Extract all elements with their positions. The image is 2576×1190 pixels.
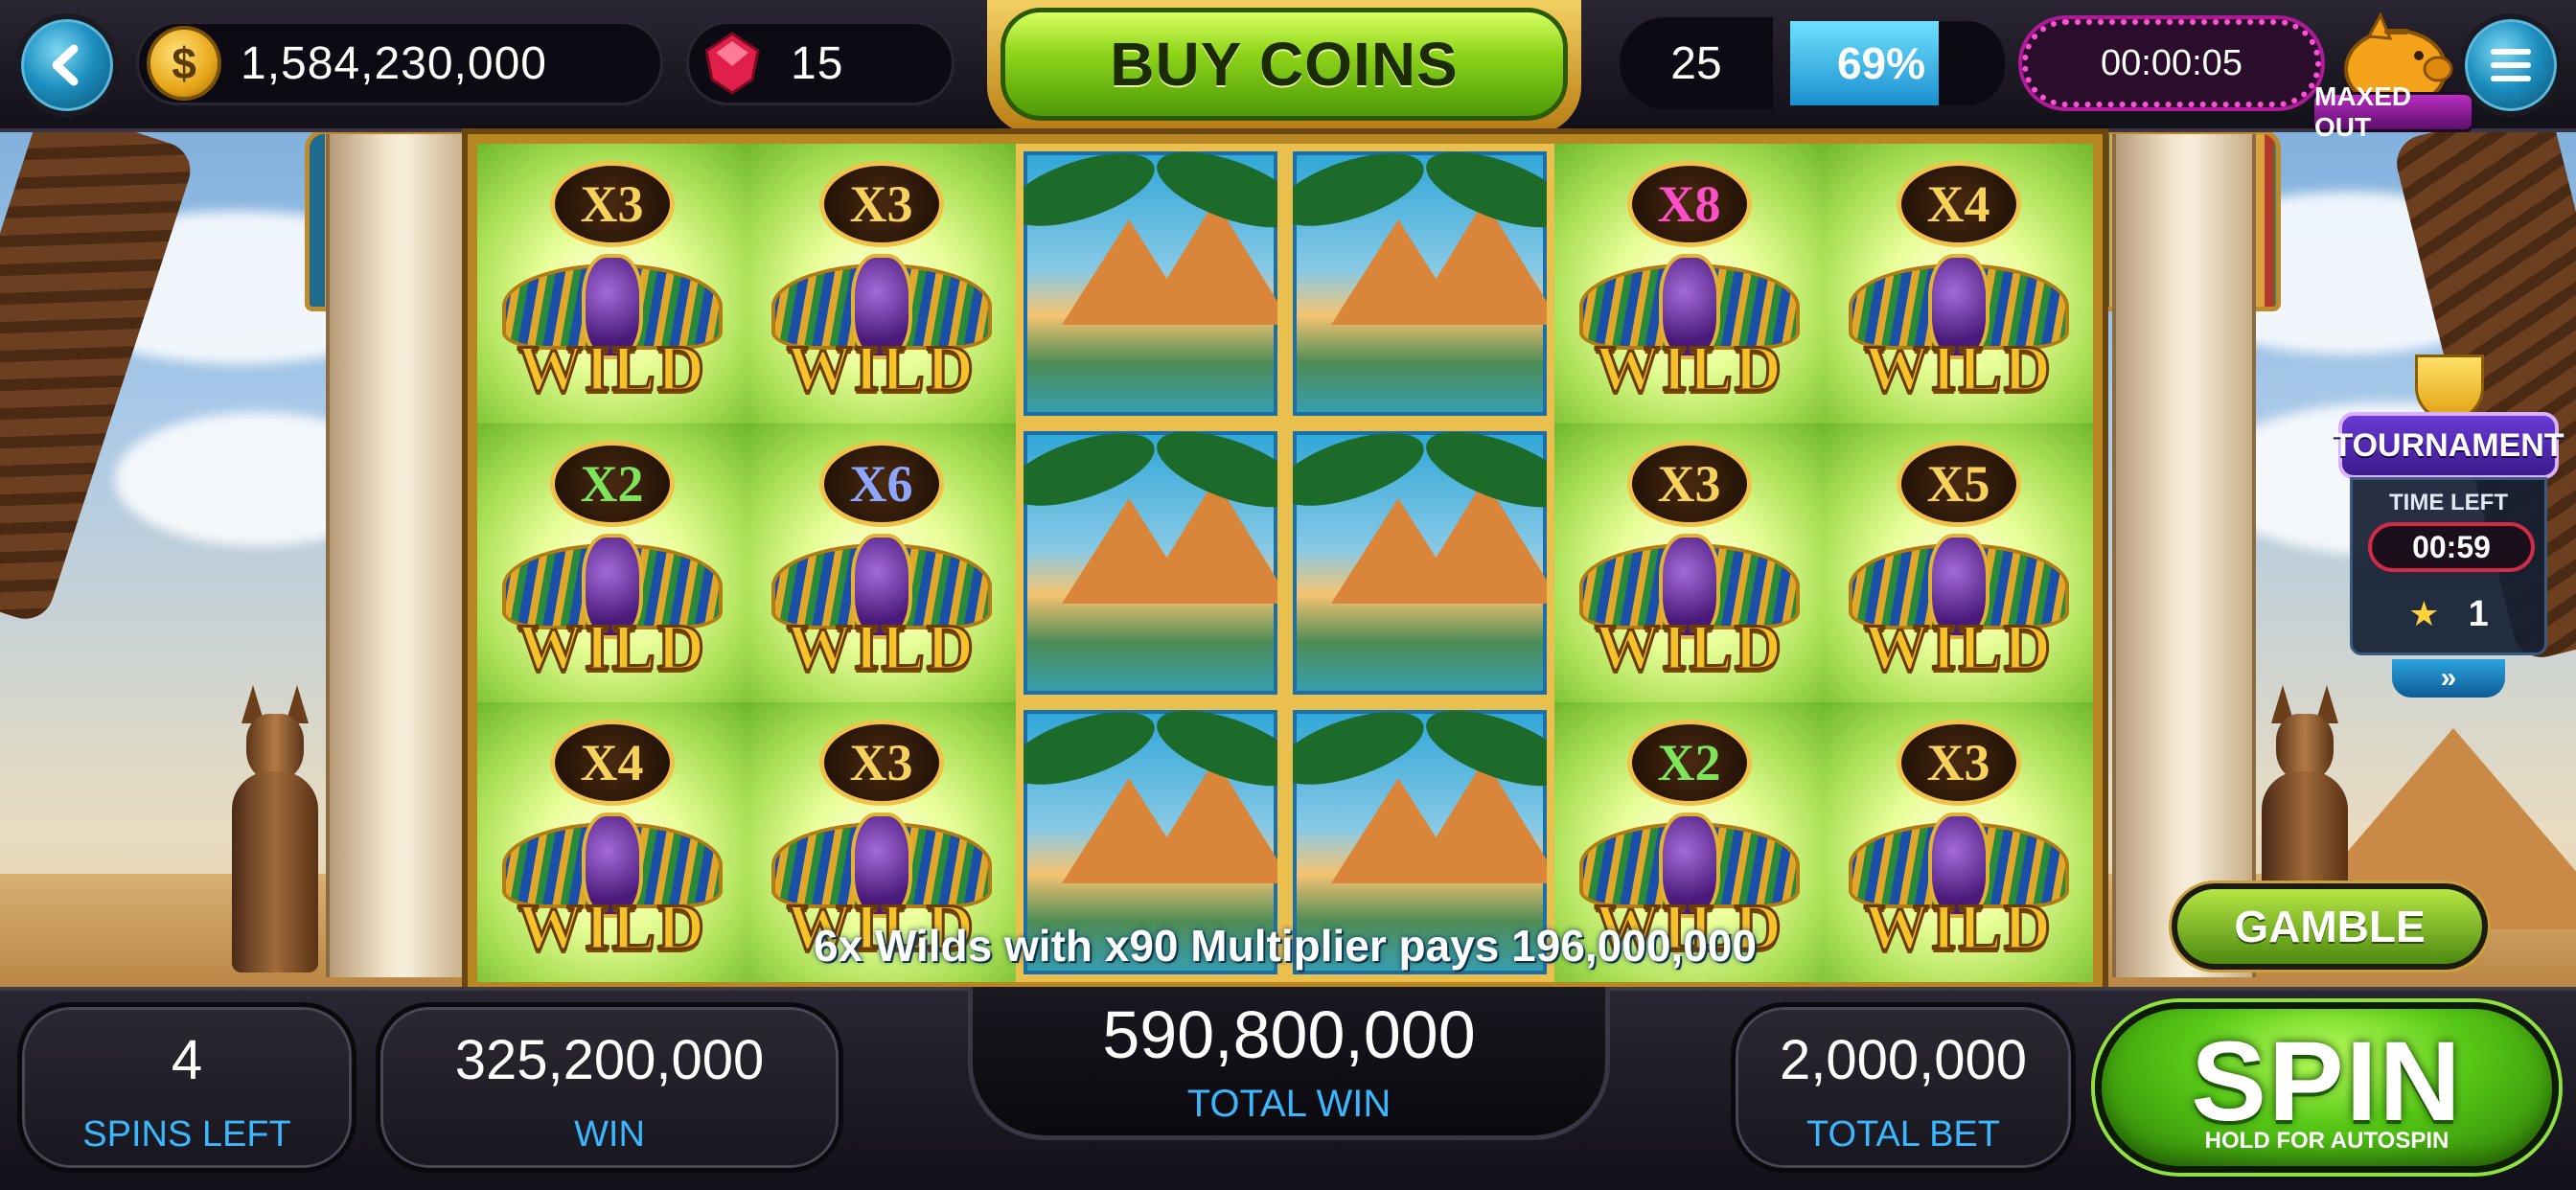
total-bet-panel[interactable]: 2,000,000 TOTAL BET [1731,1002,2076,1173]
tournament-rank: ★ 1 [2353,585,2544,643]
payline-win-message: 6x Wilds with x90 Multiplier pays 196,00… [814,921,1757,971]
tournament-title: TOURNAMENT [2333,412,2564,479]
hamburger-menu-icon [2491,49,2531,81]
tournament-rank-value: 1 [2468,593,2489,634]
tournament-expand-button[interactable]: » [2392,659,2505,698]
win-label: WIN [574,1114,645,1155]
wild-label: WILD [1594,609,1783,685]
total-bet-value: 2,000,000 [1779,1029,2028,1091]
wild-multiplier: X8 [1626,161,1752,247]
scene-decoration [1091,247,1186,325]
piggy-bank-status: MAXED OUT [2312,81,2474,142]
gamble-button[interactable]: GAMBLE [2172,883,2488,970]
total-win-label: TOTAL WIN [1186,1083,1392,1125]
wild-symbol: X3 WILD [477,144,747,423]
wild-multiplier: X3 [1896,720,2021,807]
wild-multiplier: X3 [818,161,944,247]
wild-symbol: X2 WILD [477,423,747,703]
wild-symbol: X5 WILD [1824,423,2093,703]
win-value: 325,200,000 [454,1029,765,1091]
buy-coins-button[interactable]: BUY COINS [1000,8,1568,121]
menu-button[interactable] [2459,13,2563,117]
scene-decoration [1360,806,1456,883]
wild-multiplier: X5 [1896,440,2021,527]
buy-coins-frame: BUY COINS [987,0,1581,134]
coin-balance-value: 1,584,230,000 [241,37,547,89]
spins-left-panel: 4 SPINS LEFT [17,1002,356,1173]
slot-reels: X3 WILD X3 WILD X8 WILD X4 WILD X2 WILD X6 WILD X3 WI… [477,144,2093,982]
wild-label: WILD [517,330,706,405]
coin-balance: $ 1,584,230,000 [136,21,663,105]
ruby-gem-icon [704,32,760,95]
wild-label: WILD [517,609,706,685]
wild-multiplier: X3 [818,720,944,807]
player-level: 25 [1620,17,1773,109]
xp-progress-bar: 69% [1790,21,2005,105]
autospin-hint: HOLD FOR AUTOSPIN [2204,1128,2450,1154]
wild-multiplier: X4 [549,720,675,807]
scene-decoration [1091,806,1186,883]
back-arrow-icon [52,44,79,86]
wild-multiplier: X3 [549,161,675,247]
wild-label: WILD [786,609,976,685]
total-win-value: 590,800,000 [1102,997,1476,1072]
scene-decoration [1360,247,1456,325]
wild-multiplier: X2 [1626,720,1752,807]
top-bar: $ 1,584,230,000 15 BUY COINS 25 69% 00:0… [0,0,2576,142]
wild-label: WILD [1863,609,2053,685]
wild-multiplier: X3 [1626,440,1752,527]
win-panel: 325,200,000 WIN [376,1002,843,1173]
total-bet-label: TOTAL BET [1806,1114,2000,1155]
cat-statue-left [222,685,328,973]
total-win-panel: 590,800,000 TOTAL WIN [968,987,1610,1140]
gem-balance: 15 [686,21,954,105]
wild-symbol: X3 WILD [1554,423,1824,703]
wild-label: WILD [1863,330,2053,405]
wild-symbol: X6 WILD [747,423,1016,703]
wild-multiplier: X2 [549,440,675,527]
bonus-timer[interactable]: 00:00:05 [2022,19,2321,107]
spin-button[interactable]: SPIN HOLD FOR AUTOSPIN [2095,1002,2559,1173]
wild-multiplier: X4 [1896,161,2021,247]
spins-left-label: SPINS LEFT [82,1114,291,1155]
gem-balance-value: 15 [791,37,844,89]
tournament-time-left: 00:59 [2368,522,2535,572]
spins-left-value: 4 [171,1029,203,1091]
back-button[interactable] [15,13,119,117]
wild-symbol: X8 WILD [1554,144,1824,423]
xp-progress-text: 69% [1836,38,1926,88]
wild-symbol: X3 WILD [747,144,1016,423]
coin-icon: $ [147,26,221,101]
wild-label: WILD [1594,330,1783,405]
star-icon: ★ [2408,594,2440,633]
pyramid-symbol [1285,144,1554,423]
tournament-panel: TIME LEFT 00:59 ★ 1 [2350,477,2547,655]
wild-label: WILD [786,330,976,405]
scene-decoration [1360,527,1456,605]
pyramid-symbol [1285,423,1554,703]
wild-multiplier: X6 [818,440,944,527]
pyramid-symbol [1016,144,1285,423]
wild-symbol: X4 WILD [1824,144,2093,423]
pyramid-symbol [1016,423,1285,703]
scene-decoration [1091,527,1186,605]
time-left-label: TIME LEFT [2389,490,2508,515]
tournament-widget[interactable]: TOURNAMENT TIME LEFT 00:59 ★ 1 » [2333,355,2564,709]
